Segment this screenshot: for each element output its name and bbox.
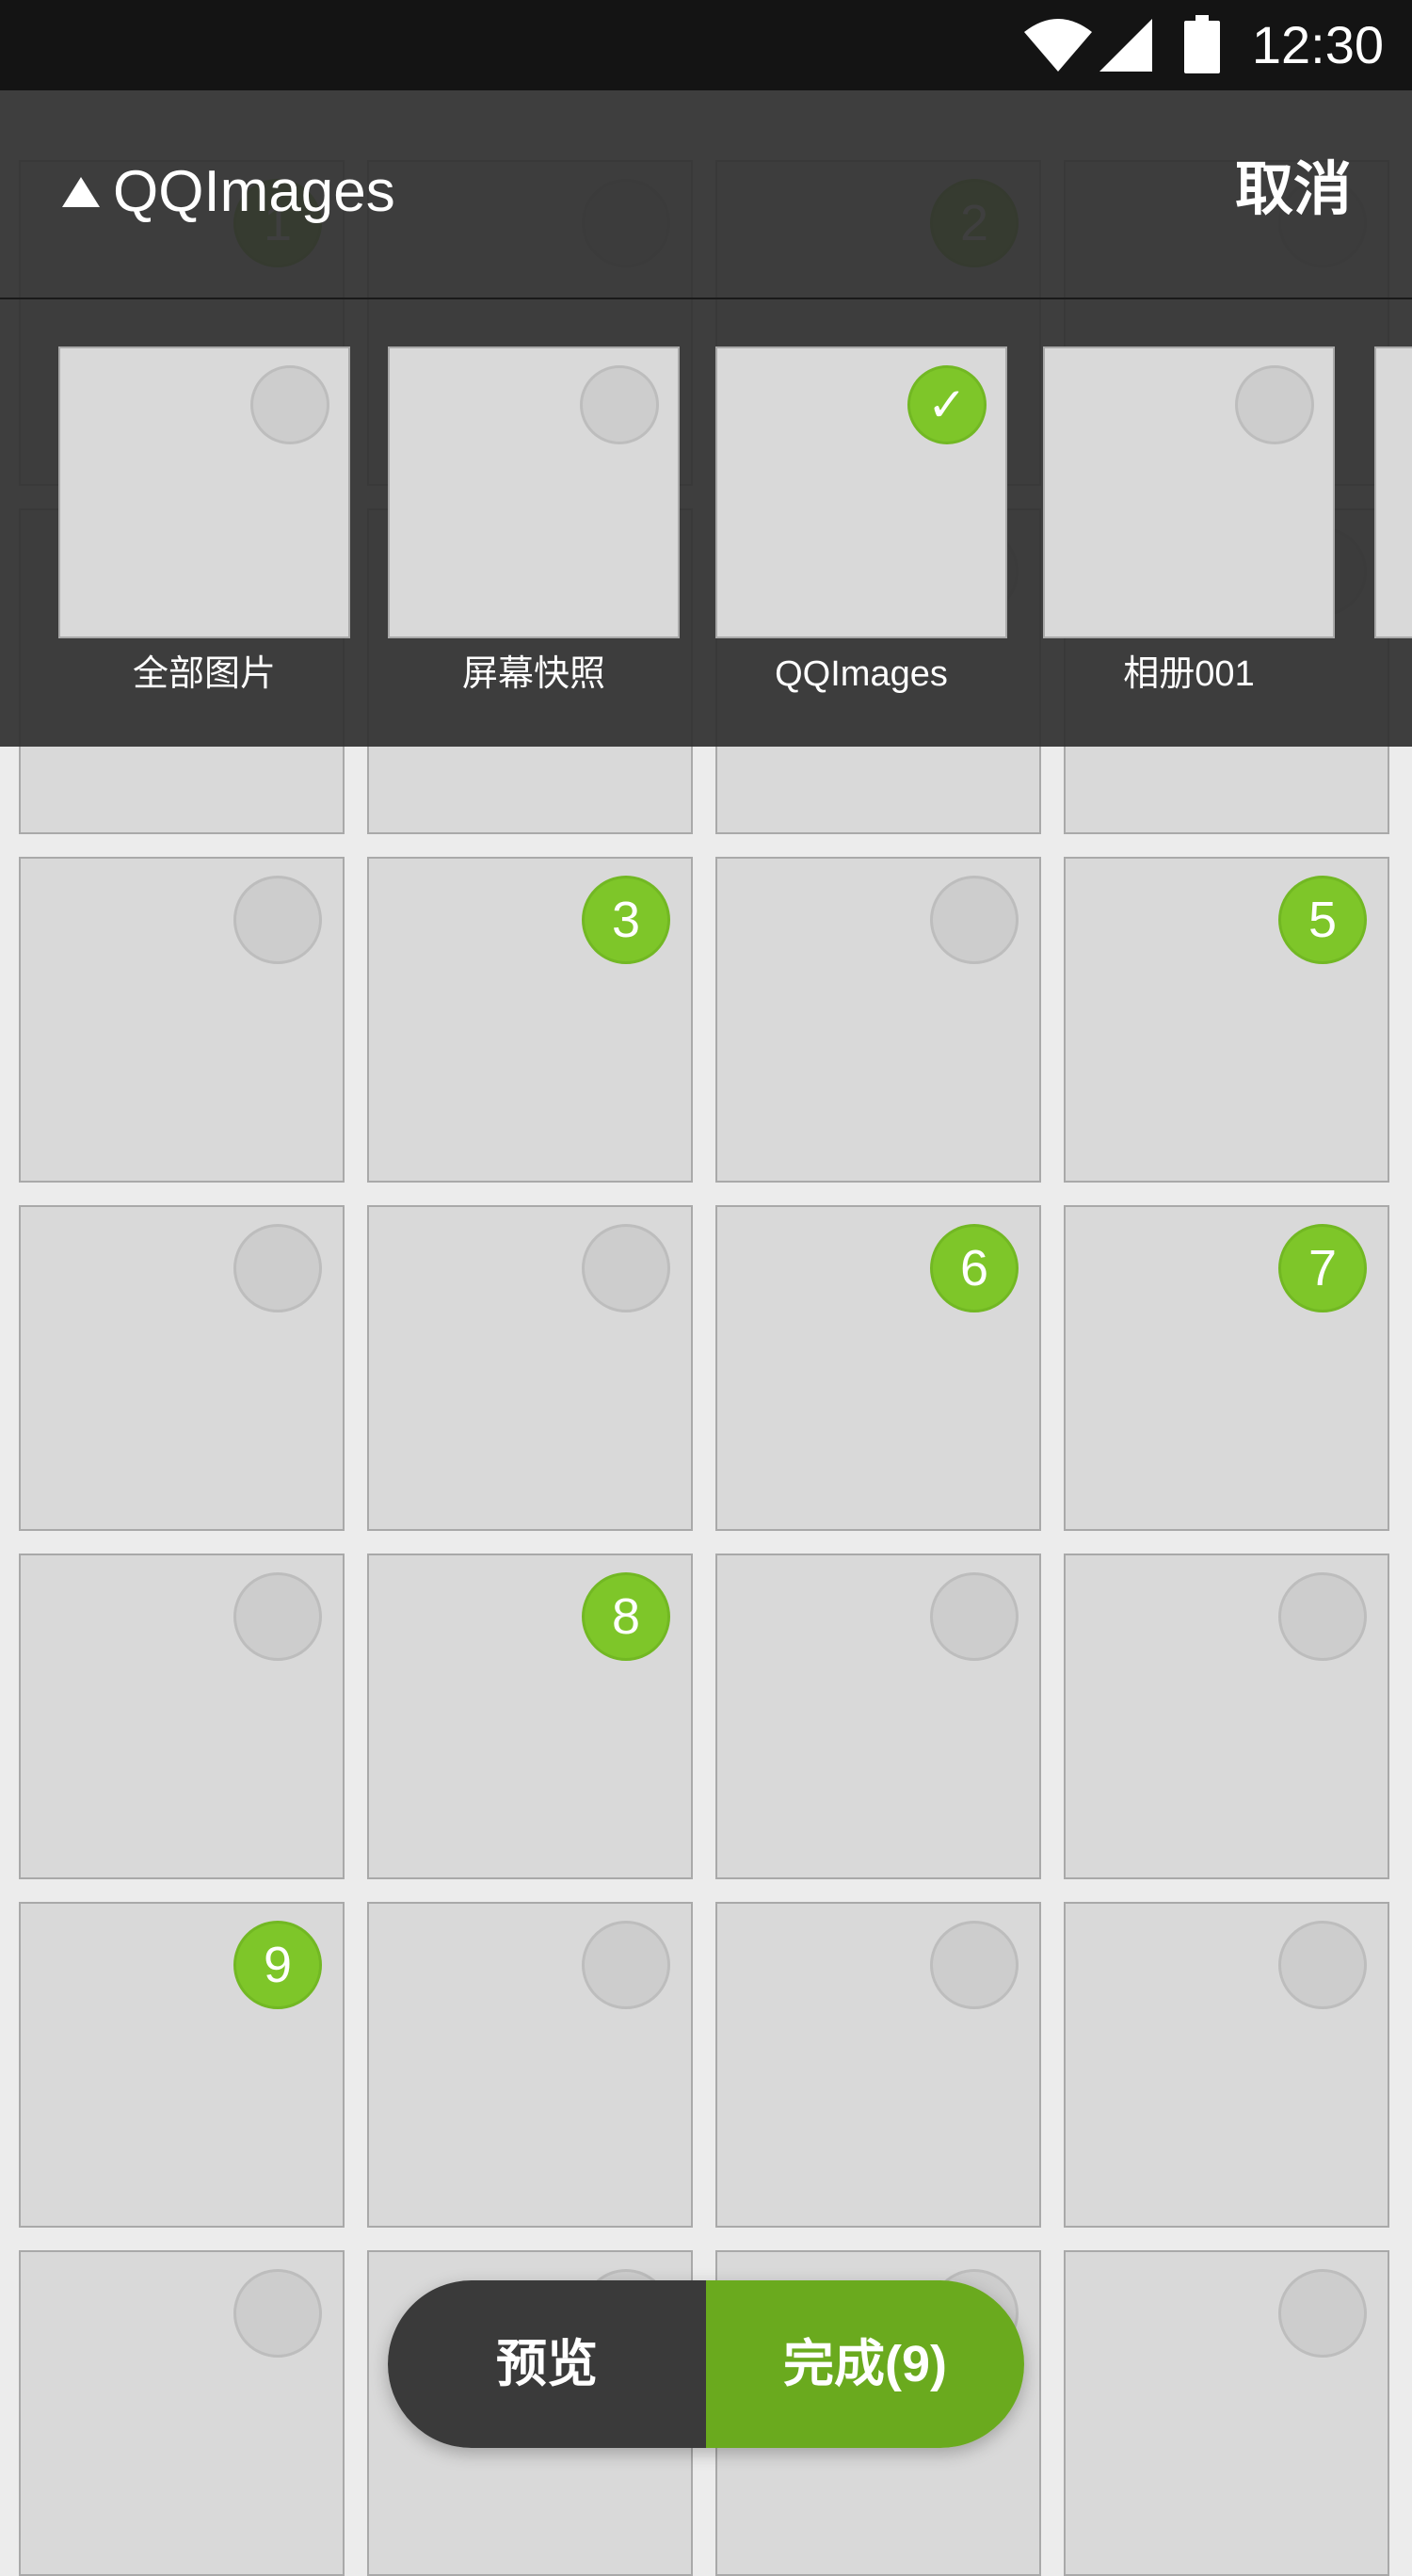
folder-thumbnail [58,346,350,638]
selection-number-badge[interactable]: 3 [582,876,670,964]
select-circle[interactable] [582,1224,670,1312]
triangle-up-icon [62,177,100,207]
select-circle[interactable] [930,876,1019,964]
selection-number-badge[interactable]: 8 [582,1572,670,1661]
photo-tile[interactable]: 7 [1064,1205,1389,1531]
photo-tile[interactable]: 9 [19,1902,345,2228]
folder-item[interactable]: ✓ QQImages [715,346,1007,697]
album-picker-overlay: QQImages 取消 全部图片 屏幕快照 ✓ QQImages 相册001 [0,90,1412,747]
photo-tile[interactable] [367,1902,693,2228]
folder-name: 相册001 [1123,654,1255,694]
select-circle[interactable] [233,1224,322,1312]
select-circle[interactable] [1278,2269,1367,2358]
selection-number-badge[interactable]: 5 [1278,876,1367,964]
select-circle[interactable] [930,1921,1019,2009]
photo-tile[interactable] [19,1205,345,1531]
select-circle[interactable] [233,876,322,964]
photo-tile[interactable]: 5 [1064,857,1389,1183]
photo-tile[interactable] [715,857,1041,1183]
photo-tile[interactable] [19,2250,345,2576]
folder-thumbnail: ✓ [715,346,1007,638]
status-time: 12:30 [1251,15,1384,74]
select-circle[interactable] [1278,1921,1367,2009]
select-circle[interactable] [1278,1572,1367,1661]
folder-select-circle [250,365,329,444]
album-selector[interactable]: QQImages [62,158,395,226]
select-circle[interactable] [233,2269,322,2358]
folder-item-partial[interactable] [1374,346,1412,638]
cancel-button[interactable]: 取消 [1235,156,1352,224]
action-pill: 预览 完成(9) [388,2280,1024,2448]
photo-tile[interactable]: 8 [367,1554,693,1879]
folder-name: 屏幕快照 [461,654,605,694]
select-circle[interactable] [582,1921,670,2009]
selection-number-badge[interactable]: 6 [930,1224,1019,1312]
album-title: QQImages [113,159,395,224]
selection-number-badge[interactable]: 7 [1278,1224,1367,1312]
photo-tile[interactable] [715,1902,1041,2228]
select-circle[interactable] [930,1572,1019,1661]
photo-tile[interactable]: 3 [367,857,693,1183]
select-circle[interactable] [233,1572,322,1661]
folder-item[interactable]: 全部图片 [58,346,350,697]
folder-thumbnail [1043,346,1335,638]
signal-icon [1099,19,1152,72]
selection-number-badge[interactable]: 9 [233,1921,322,2009]
status-bar: 12:30 [0,0,1412,90]
photo-tile[interactable]: 6 [715,1205,1041,1531]
folder-name: 全部图片 [132,654,276,694]
photo-tile[interactable] [715,1554,1041,1879]
check-icon: ✓ [907,365,987,444]
photo-tile[interactable] [19,857,345,1183]
photo-tile[interactable] [1064,2250,1389,2576]
folder-name: QQImages [775,654,948,694]
folder-item[interactable]: 屏幕快照 [388,346,680,697]
folder-select-circle [580,365,659,444]
battery-icon [1184,15,1220,73]
wifi-icon [1024,19,1092,72]
folder-thumbnail [388,346,680,638]
folder-thumbnail [1374,346,1412,638]
folder-select-circle [1235,365,1314,444]
photo-tile[interactable] [1064,1902,1389,2228]
done-button[interactable]: 完成(9) [706,2280,1024,2448]
photo-tile[interactable] [1064,1554,1389,1879]
top-bar: QQImages 取消 [0,90,1412,299]
photo-tile[interactable] [19,1554,345,1879]
folder-item[interactable]: 相册001 [1043,346,1335,697]
photo-tile[interactable] [367,1205,693,1531]
preview-button[interactable]: 预览 [388,2280,706,2448]
